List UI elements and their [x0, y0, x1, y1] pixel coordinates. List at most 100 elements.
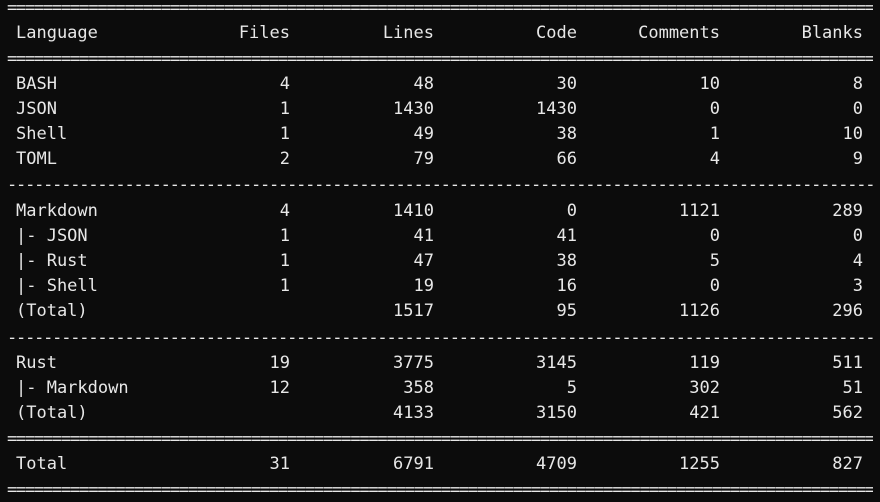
cell-language: JSON	[16, 99, 57, 119]
table-row: Shell 1 49 38 1 10	[0, 122, 880, 147]
cell-lines: 3775	[393, 353, 434, 373]
cell-code: 38	[556, 124, 577, 144]
separator-double: ========================================…	[7, 433, 873, 445]
cell-code: 30	[556, 74, 577, 94]
cell-language: (Total)	[16, 403, 88, 423]
terminal-window: ========================================…	[0, 0, 880, 502]
cell-code: 3145	[536, 353, 577, 373]
cell-language: (Total)	[16, 301, 88, 321]
cell-language: |- JSON	[16, 226, 88, 246]
cell-code: 5	[566, 378, 577, 398]
cell-files: 19	[269, 353, 290, 373]
header-code: Code	[536, 23, 577, 43]
cell-lines: 358	[403, 378, 434, 398]
cell-comments: 1	[709, 124, 720, 144]
cell-comments: 302	[689, 378, 720, 398]
cell-files: 1	[279, 124, 290, 144]
table-row: |- Shell 1 19 16 0 3	[0, 274, 880, 299]
cell-lines: 79	[413, 149, 434, 169]
cell-comments: 1121	[679, 201, 720, 221]
cell-code: 0	[566, 201, 577, 221]
cell-language: TOML	[16, 149, 57, 169]
cell-files: 1	[279, 276, 290, 296]
table-row: |- JSON 1 41 41 0 0	[0, 224, 880, 249]
cell-comments: 1255	[679, 454, 720, 474]
cell-comments: 0	[709, 276, 720, 296]
cell-language: |- Markdown	[16, 378, 129, 398]
cell-language: |- Rust	[16, 251, 88, 271]
cell-blanks: 827	[832, 454, 863, 474]
cell-lines: 49	[413, 124, 434, 144]
cell-files: 12	[269, 378, 290, 398]
cell-blanks: 296	[832, 301, 863, 321]
cell-blanks: 51	[842, 378, 863, 398]
header-language: Language	[16, 23, 98, 43]
cell-blanks: 0	[852, 99, 863, 119]
table-row: Markdown 4 1410 0 1121 289	[0, 199, 880, 224]
cell-code: 16	[556, 276, 577, 296]
table-row-subtotal: (Total) 1517 95 1126 296	[0, 299, 880, 324]
cell-comments: 119	[689, 353, 720, 373]
cell-comments: 0	[709, 99, 720, 119]
cell-language: Rust	[16, 353, 57, 373]
cell-comments: 10	[699, 74, 720, 94]
cell-lines: 47	[413, 251, 434, 271]
separator-single: ----------------------------------------…	[7, 332, 873, 344]
cell-lines: 48	[413, 74, 434, 94]
cell-code: 66	[556, 149, 577, 169]
cell-comments: 1126	[679, 301, 720, 321]
cell-comments: 4	[709, 149, 720, 169]
table-row: |- Markdown 12 358 5 302 51	[0, 376, 880, 401]
table-row-total: Total 31 6791 4709 1255 827	[0, 452, 880, 477]
cell-comments: 0	[709, 226, 720, 246]
cell-files: 1	[279, 99, 290, 119]
separator-double: ========================================…	[7, 2, 873, 14]
table-row: |- Rust 1 47 38 5 4	[0, 249, 880, 274]
table-row: TOML 2 79 66 4 9	[0, 147, 880, 172]
cell-comments: 5	[709, 251, 720, 271]
cell-lines: 1410	[393, 201, 434, 221]
cell-lines: 1517	[393, 301, 434, 321]
cell-files: 4	[279, 74, 290, 94]
header-files: Files	[238, 23, 290, 43]
cell-code: 4709	[536, 454, 577, 474]
header-blanks: Blanks	[801, 23, 863, 43]
cell-code: 95	[556, 301, 577, 321]
cell-language: |- Shell	[16, 276, 98, 296]
cell-blanks: 10	[842, 124, 863, 144]
separator-double: ========================================…	[7, 53, 873, 65]
cell-language: Markdown	[16, 201, 98, 221]
cell-language: BASH	[16, 74, 57, 94]
table-row-subtotal: (Total) 4133 3150 421 562	[0, 401, 880, 426]
header-comments: Comments	[638, 23, 720, 43]
cell-language: Shell	[16, 124, 68, 144]
cell-code: 1430	[536, 99, 577, 119]
cell-blanks: 289	[832, 201, 863, 221]
cell-blanks: 8	[852, 74, 863, 94]
header-lines: Lines	[382, 23, 434, 43]
cell-blanks: 562	[832, 403, 863, 423]
cell-blanks: 3	[852, 276, 863, 296]
separator-single: ----------------------------------------…	[7, 179, 873, 191]
cell-blanks: 511	[832, 353, 863, 373]
cell-files: 31	[269, 454, 290, 474]
cell-code: 3150	[536, 403, 577, 423]
cell-blanks: 4	[852, 251, 863, 271]
cell-lines: 4133	[393, 403, 434, 423]
table-row: BASH 4 48 30 10 8	[0, 72, 880, 97]
separator-double: ========================================…	[7, 484, 873, 496]
cell-blanks: 0	[852, 226, 863, 246]
table-row: Rust 19 3775 3145 119 511	[0, 351, 880, 376]
cell-code: 38	[556, 251, 577, 271]
cell-lines: 1430	[393, 99, 434, 119]
table-header: Language Files Lines Code Comments Blank…	[0, 21, 880, 46]
cell-files: 1	[279, 251, 290, 271]
table-row: JSON 1 1430 1430 0 0	[0, 97, 880, 122]
cell-files: 1	[279, 226, 290, 246]
cell-code: 41	[556, 226, 577, 246]
cell-language: Total	[16, 454, 68, 474]
cell-lines: 41	[413, 226, 434, 246]
cell-comments: 421	[689, 403, 720, 423]
cell-lines: 19	[413, 276, 434, 296]
cell-blanks: 9	[852, 149, 863, 169]
